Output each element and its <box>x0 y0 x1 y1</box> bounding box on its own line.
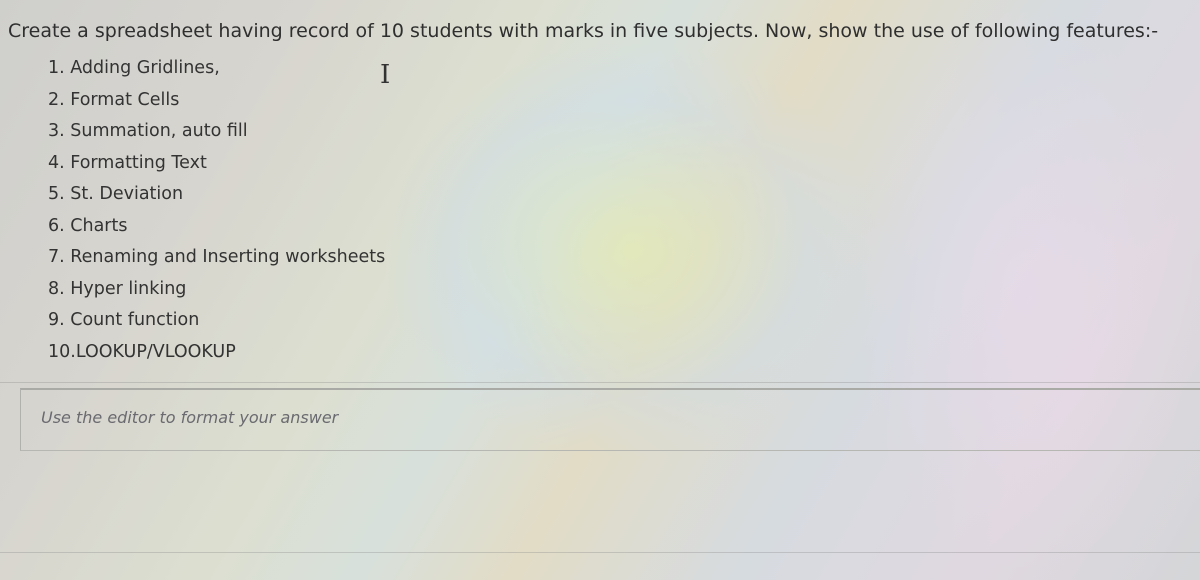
feature-item: 9. Count function <box>48 310 200 330</box>
divider <box>0 552 1200 553</box>
feature-item: 10.LOOKUP/VLOOKUP <box>48 341 236 362</box>
screen-glare <box>850 0 1200 580</box>
feature-item: 5. St. Deviation <box>48 184 184 204</box>
editor-placeholder: Use the editor to format your answer <box>41 408 339 427</box>
feature-item: 3. Summation, auto fill <box>48 121 248 141</box>
feature-item: 6. Charts <box>48 215 128 236</box>
feature-list: 1. Adding Gridlines, 2. Format Cells 3. … <box>48 55 385 370</box>
feature-item: 7. Renaming and Inserting worksheets <box>48 247 386 267</box>
divider <box>0 382 1200 383</box>
feature-item: 1. Adding Gridlines, <box>48 58 220 78</box>
text-cursor-icon: I <box>380 60 391 90</box>
question-text: Create a spreadsheet having record of 10… <box>8 20 1159 42</box>
feature-item: 2. Format Cells <box>48 89 180 110</box>
feature-item: 8. Hyper linking <box>48 278 187 299</box>
feature-item: 4. Formatting Text <box>48 152 207 173</box>
answer-editor[interactable]: Use the editor to format your answer <box>20 388 1200 451</box>
